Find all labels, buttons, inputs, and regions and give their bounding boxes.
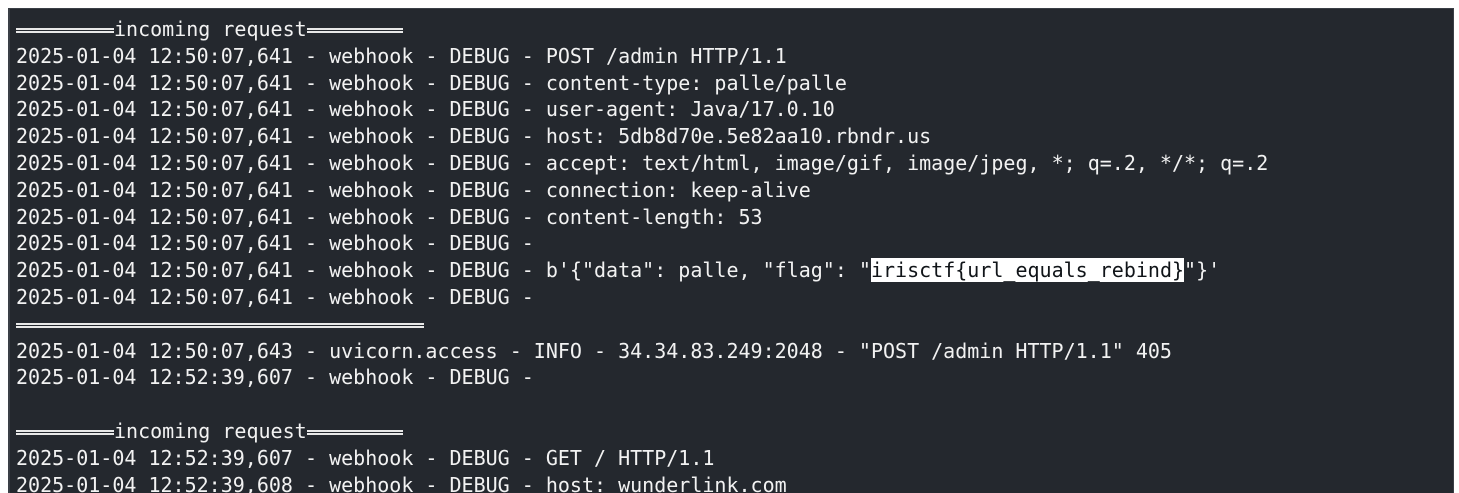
log-message-prefix: b'{"data": palle, "flag": " [545,258,871,283]
separator-rule [16,322,424,328]
terminal-output: incoming request 2025-01-04 12:50:07,641… [16,16,1453,493]
log-message: 34.34.83.249:2048 - "POST /admin HTTP/1.… [618,338,1172,363]
log-level: DEBUG [449,124,510,149]
log-source: webhook [329,150,414,175]
log-source: webhook [329,258,414,283]
log-level: DEBUG [449,365,510,390]
log-message: user-agent: Java/17.0.10 [545,97,835,122]
log-message: GET / HTTP/1.1 [545,445,715,470]
log-message: POST /admin HTTP/1.1 [545,43,787,68]
banner-rule-right [306,429,403,435]
log-line: 2025-01-04 12:50:07,641 - webhook - DEBU… [16,70,847,95]
request-banner: incoming request [16,16,1453,43]
log-timestamp: 2025-01-04 12:52:39,608 [16,472,293,493]
log-message: host: 5db8d70e.5e82aa10.rbndr.us [545,124,932,149]
log-line: 2025-01-04 12:52:39,608 - webhook - DEBU… [16,472,1453,493]
log-line: 2025-01-04 12:50:07,641 - webhook - DEBU… [16,231,546,256]
log-line: 2025-01-04 12:52:39,607 - webhook - DEBU… [16,365,546,390]
log-level: INFO [533,338,582,363]
log-source: webhook [329,231,414,256]
terminal-window[interactable]: incoming request 2025-01-04 12:50:07,641… [8,8,1454,493]
log-source: webhook [329,70,414,95]
log-source: webhook [329,43,414,68]
log-message: connection: keep-alive [545,177,811,202]
log-line: 2025-01-04 12:50:07,641 - webhook - DEBU… [16,97,835,122]
log-level: DEBUG [449,445,510,470]
log-timestamp: 2025-01-04 12:50:07,641 [16,43,293,68]
log-timestamp: 2025-01-04 12:50:07,641 [16,231,293,256]
log-source: webhook [329,97,414,122]
log-source: webhook [329,365,414,390]
log-line: 2025-01-04 12:50:07,641 - webhook - DEBU… [16,284,546,309]
log-line: 2025-01-04 12:50:07,641 - webhook - DEBU… [16,204,763,229]
separator-line [16,311,1453,338]
log-level: DEBUG [449,472,510,493]
log-line: 2025-01-04 12:50:07,641 - webhook - DEBU… [16,150,1269,175]
log-timestamp: 2025-01-04 12:50:07,641 [16,150,293,175]
log-line: 2025-01-04 12:50:07,641 - webhook - DEBU… [16,124,932,149]
request-banner: incoming request [16,418,1453,445]
log-source: webhook [329,124,414,149]
log-level: DEBUG [449,258,510,283]
log-timestamp: 2025-01-04 12:50:07,641 [16,177,293,202]
log-line: 2025-01-04 12:50:07,641 - webhook - DEBU… [16,177,811,202]
log-level: DEBUG [449,97,510,122]
log-line: 2025-01-04 12:50:07,641 - webhook - DEBU… [16,43,787,68]
log-timestamp: 2025-01-04 12:52:39,607 [16,365,293,390]
banner-rule-left [16,28,114,33]
highlighted-flag[interactable]: irisctf{url_equals_rebind} [870,258,1185,283]
log-message: host: wunderlink.com [545,472,787,493]
log-timestamp: 2025-01-04 12:50:07,641 [16,258,293,283]
log-message: accept: text/html, image/gif, image/jpeg… [545,150,1269,175]
log-line: 2025-01-04 12:50:07,643 - uvicorn.access… [16,338,1172,363]
log-level: DEBUG [449,150,510,175]
banner-text: incoming request [114,418,307,443]
log-timestamp: 2025-01-04 12:50:07,641 [16,70,293,95]
log-timestamp: 2025-01-04 12:50:07,641 [16,124,293,149]
log-level: DEBUG [449,231,510,256]
banner-text: incoming request [114,17,307,41]
log-source: webhook [329,445,414,470]
log-timestamp: 2025-01-04 12:50:07,643 [16,338,293,363]
log-source: webhook [329,177,414,202]
banner-rule-left [16,429,114,435]
log-level: DEBUG [449,284,510,309]
log-source: webhook [329,204,414,229]
log-level: DEBUG [449,70,510,95]
log-message: content-length: 53 [545,204,763,229]
log-level: DEBUG [449,204,510,229]
log-timestamp: 2025-01-04 12:52:39,607 [16,445,293,470]
log-message: content-type: palle/palle [545,70,847,95]
log-level: DEBUG [449,43,510,68]
log-line: 2025-01-04 12:52:39,607 - webhook - DEBU… [16,445,715,470]
log-timestamp: 2025-01-04 12:50:07,641 [16,97,293,122]
log-line-flag: 2025-01-04 12:50:07,641 - webhook - DEBU… [16,258,1221,283]
log-timestamp: 2025-01-04 12:50:07,641 [16,284,293,309]
log-source: webhook [329,284,414,309]
banner-rule-right [306,28,403,33]
log-source: webhook [329,472,414,493]
log-timestamp: 2025-01-04 12:50:07,641 [16,204,293,229]
log-message-suffix: "}' [1184,258,1221,283]
log-level: DEBUG [449,177,510,202]
log-source: uvicorn.access [329,338,498,363]
